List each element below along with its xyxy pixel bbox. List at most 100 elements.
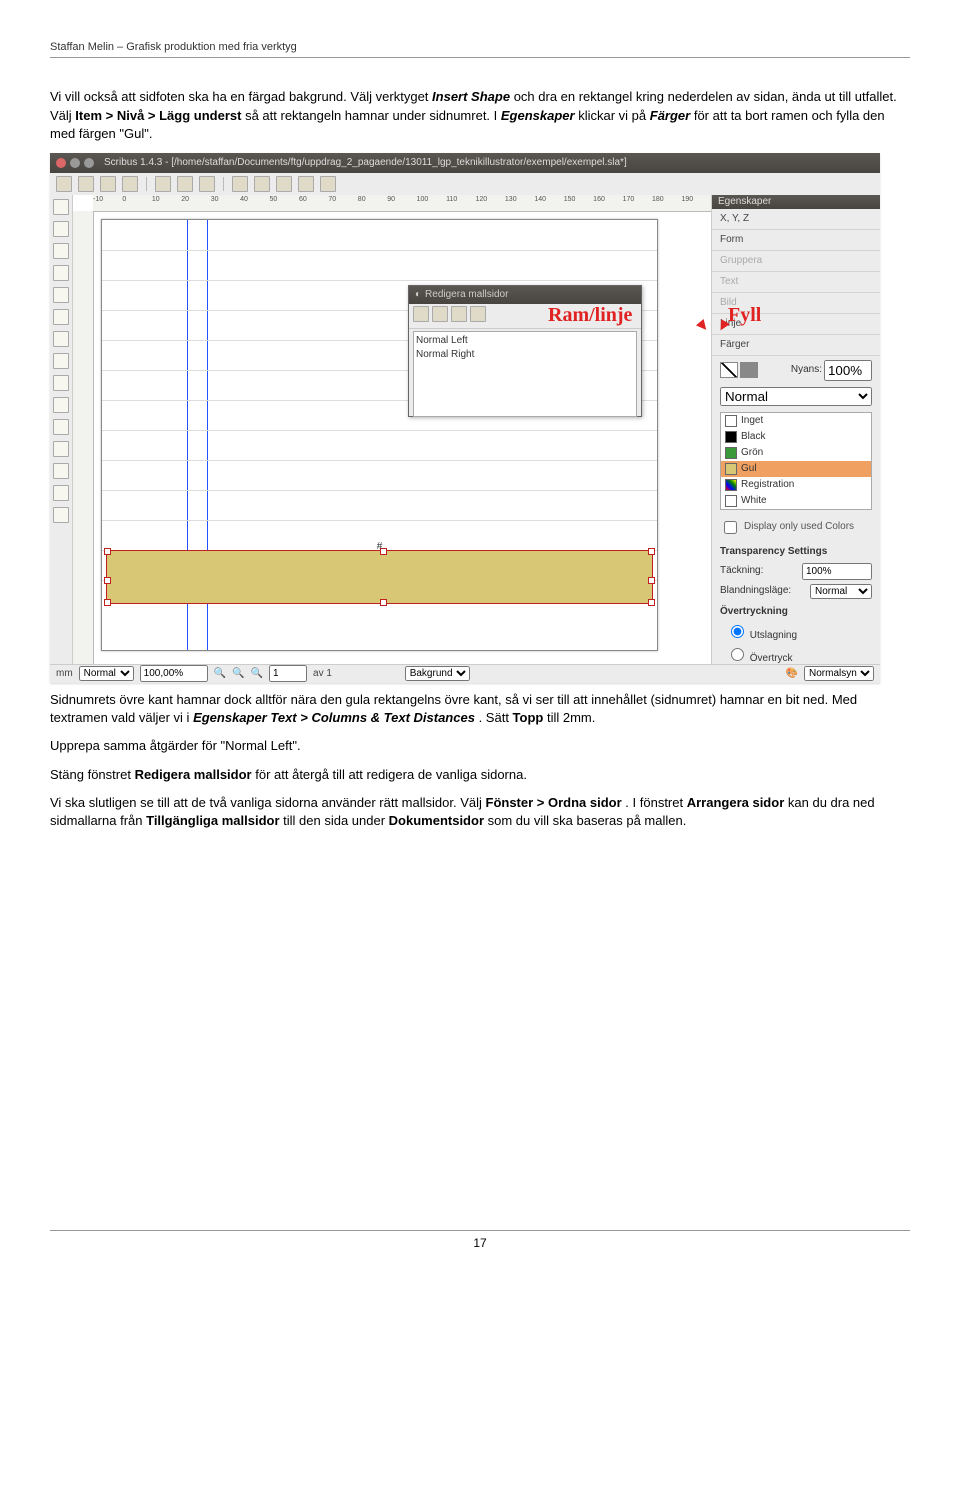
color-white: White bbox=[721, 493, 871, 509]
props-group: Gruppera bbox=[712, 251, 880, 272]
close-doc-icon[interactable] bbox=[122, 176, 138, 192]
color-gul: Gul bbox=[721, 461, 871, 477]
scribus-screenshot: Scribus 1.4.3 - [/home/staffan/Documents… bbox=[50, 153, 880, 683]
minimize-icon[interactable] bbox=[70, 158, 80, 168]
props-xyz[interactable]: X, Y, Z bbox=[712, 209, 880, 230]
page-number-marker: # bbox=[377, 540, 383, 554]
paragraph-4: Stäng fönstret Redigera mallsidor för at… bbox=[50, 766, 910, 784]
dlg-import-icon[interactable] bbox=[451, 306, 467, 322]
document-page[interactable]: # bbox=[101, 219, 658, 651]
table-tool-icon[interactable] bbox=[53, 265, 69, 281]
print-icon[interactable] bbox=[155, 176, 171, 192]
select-tool-icon[interactable] bbox=[53, 199, 69, 215]
line-tool-icon[interactable] bbox=[53, 331, 69, 347]
blend-label: Blandningsläge: bbox=[720, 584, 806, 598]
master-item-right[interactable]: Normal Right bbox=[416, 348, 634, 362]
pdf-icon[interactable] bbox=[199, 176, 215, 192]
eyedropper-tool-icon[interactable] bbox=[53, 507, 69, 523]
chevron-down-icon[interactable] bbox=[53, 309, 69, 325]
status-zoom-input[interactable] bbox=[140, 665, 208, 682]
color-mgmt-icon[interactable]: 🎨 bbox=[786, 667, 798, 681]
p1-t5: Egenskaper bbox=[501, 108, 575, 123]
main-toolbar bbox=[50, 173, 880, 196]
stroke-mode-icon[interactable] bbox=[720, 362, 738, 378]
paste-icon[interactable] bbox=[320, 176, 336, 192]
left-toolbar bbox=[50, 195, 73, 665]
fill-mode-icon[interactable] bbox=[740, 362, 758, 378]
status-unit[interactable]: mm bbox=[56, 667, 73, 681]
window-titlebar: Scribus 1.4.3 - [/home/staffan/Documents… bbox=[50, 153, 880, 173]
zoom-reset-icon[interactable]: 🔍 bbox=[232, 667, 244, 681]
status-view-select[interactable]: Normalsyn bbox=[804, 666, 874, 681]
props-form[interactable]: Form bbox=[712, 230, 880, 251]
p1-t0: Vi vill också att sidfoten ska ha en fär… bbox=[50, 89, 432, 104]
paragraph-5: Vi ska slutligen se till att de två vanl… bbox=[50, 794, 910, 830]
link-tool-icon[interactable] bbox=[53, 463, 69, 479]
tackning-input[interactable] bbox=[802, 563, 872, 580]
status-page-of: av 1 bbox=[313, 667, 332, 681]
tint-label: Nyans: bbox=[791, 363, 822, 377]
props-farger[interactable]: Färger bbox=[712, 335, 880, 356]
color-black: Black bbox=[721, 429, 871, 445]
only-used-checkbox[interactable]: Display only used Colors bbox=[720, 518, 872, 537]
status-page-input[interactable] bbox=[269, 665, 307, 682]
canvas-area[interactable]: -100102030405060708090100110120130140150… bbox=[73, 195, 711, 665]
window-title: Scribus 1.4.3 - [/home/staffan/Documents… bbox=[104, 156, 627, 170]
master-item-left[interactable]: Normal Left bbox=[416, 334, 634, 348]
save-icon[interactable] bbox=[100, 176, 116, 192]
textframe-tool-icon[interactable] bbox=[53, 221, 69, 237]
bezier-tool-icon[interactable] bbox=[53, 353, 69, 369]
annotation-fyll: Fyll bbox=[728, 301, 761, 329]
master-page-list[interactable]: Normal Left Normal Right bbox=[413, 331, 637, 417]
open-icon[interactable] bbox=[78, 176, 94, 192]
p1-t3: Item > Nivå > Lägg underst bbox=[75, 108, 241, 123]
paragraph-1: Vi vill också att sidfoten ska ha en fär… bbox=[50, 88, 910, 143]
transparency-heading: Transparency Settings bbox=[712, 541, 880, 561]
rotate-tool-icon[interactable] bbox=[53, 397, 69, 413]
tackning-label: Täckning: bbox=[720, 564, 798, 578]
redo-icon[interactable] bbox=[254, 176, 270, 192]
new-icon[interactable] bbox=[56, 176, 72, 192]
overprint-knockout[interactable]: Utslagning bbox=[712, 621, 880, 644]
status-mode-select[interactable]: Normal bbox=[79, 666, 134, 681]
status-layer-select[interactable]: Bakgrund bbox=[405, 666, 470, 681]
tint-input[interactable] bbox=[824, 360, 872, 381]
imageframe-tool-icon[interactable] bbox=[53, 243, 69, 259]
vertical-ruler bbox=[73, 211, 94, 665]
freehand-tool-icon[interactable] bbox=[53, 375, 69, 391]
dlg-dup-icon[interactable] bbox=[432, 306, 448, 322]
properties-panel: Egenskaper X, Y, Z Form Gruppera Text Bi… bbox=[711, 195, 880, 665]
undo-icon[interactable] bbox=[232, 176, 248, 192]
p1-t7: Färger bbox=[650, 108, 690, 123]
zoom-out-icon[interactable]: 🔍 bbox=[214, 667, 226, 681]
footer-rectangle[interactable] bbox=[106, 550, 653, 604]
color-list[interactable]: Inget Black Grön Gul Registration White bbox=[720, 412, 872, 510]
horizontal-ruler: -100102030405060708090100110120130140150… bbox=[93, 195, 711, 212]
page-footer: 17 bbox=[50, 1230, 910, 1252]
fill-mode-select[interactable]: Normal bbox=[720, 387, 872, 406]
maximize-icon[interactable] bbox=[84, 158, 94, 168]
measure-tool-icon[interactable] bbox=[53, 485, 69, 501]
page-header: Staffan Melin – Grafisk produktion med f… bbox=[50, 40, 910, 58]
cut-icon[interactable] bbox=[276, 176, 292, 192]
properties-title: Egenskaper bbox=[712, 195, 880, 209]
color-inget: Inget bbox=[721, 413, 871, 429]
paragraph-2: Sidnumrets övre kant hamnar dock alltför… bbox=[50, 691, 910, 727]
copy-icon[interactable] bbox=[298, 176, 314, 192]
dlg-delete-icon[interactable] bbox=[470, 306, 486, 322]
p1-t4: så att rektangeln hamnar under sidnumret… bbox=[245, 108, 501, 123]
status-bar: mm Normal 🔍 🔍 🔍 av 1 Bakgrund 🎨 Normalsy… bbox=[50, 664, 880, 683]
shape-tool-icon[interactable] bbox=[53, 287, 69, 303]
zoom-tool-icon[interactable] bbox=[53, 419, 69, 435]
edit-tool-icon[interactable] bbox=[53, 441, 69, 457]
overprint-heading: Övertryckning bbox=[712, 601, 880, 621]
zoom-in-icon[interactable]: 🔍 bbox=[251, 667, 263, 681]
props-text: Text bbox=[712, 272, 880, 293]
color-gron: Grön bbox=[721, 445, 871, 461]
preflight-icon[interactable] bbox=[177, 176, 193, 192]
p1-t6: klickar vi på bbox=[578, 108, 650, 123]
close-icon[interactable] bbox=[56, 158, 66, 168]
dlg-new-icon[interactable] bbox=[413, 306, 429, 322]
p1-t1: Insert Shape bbox=[432, 89, 510, 104]
blend-select[interactable]: Normal bbox=[810, 584, 872, 599]
